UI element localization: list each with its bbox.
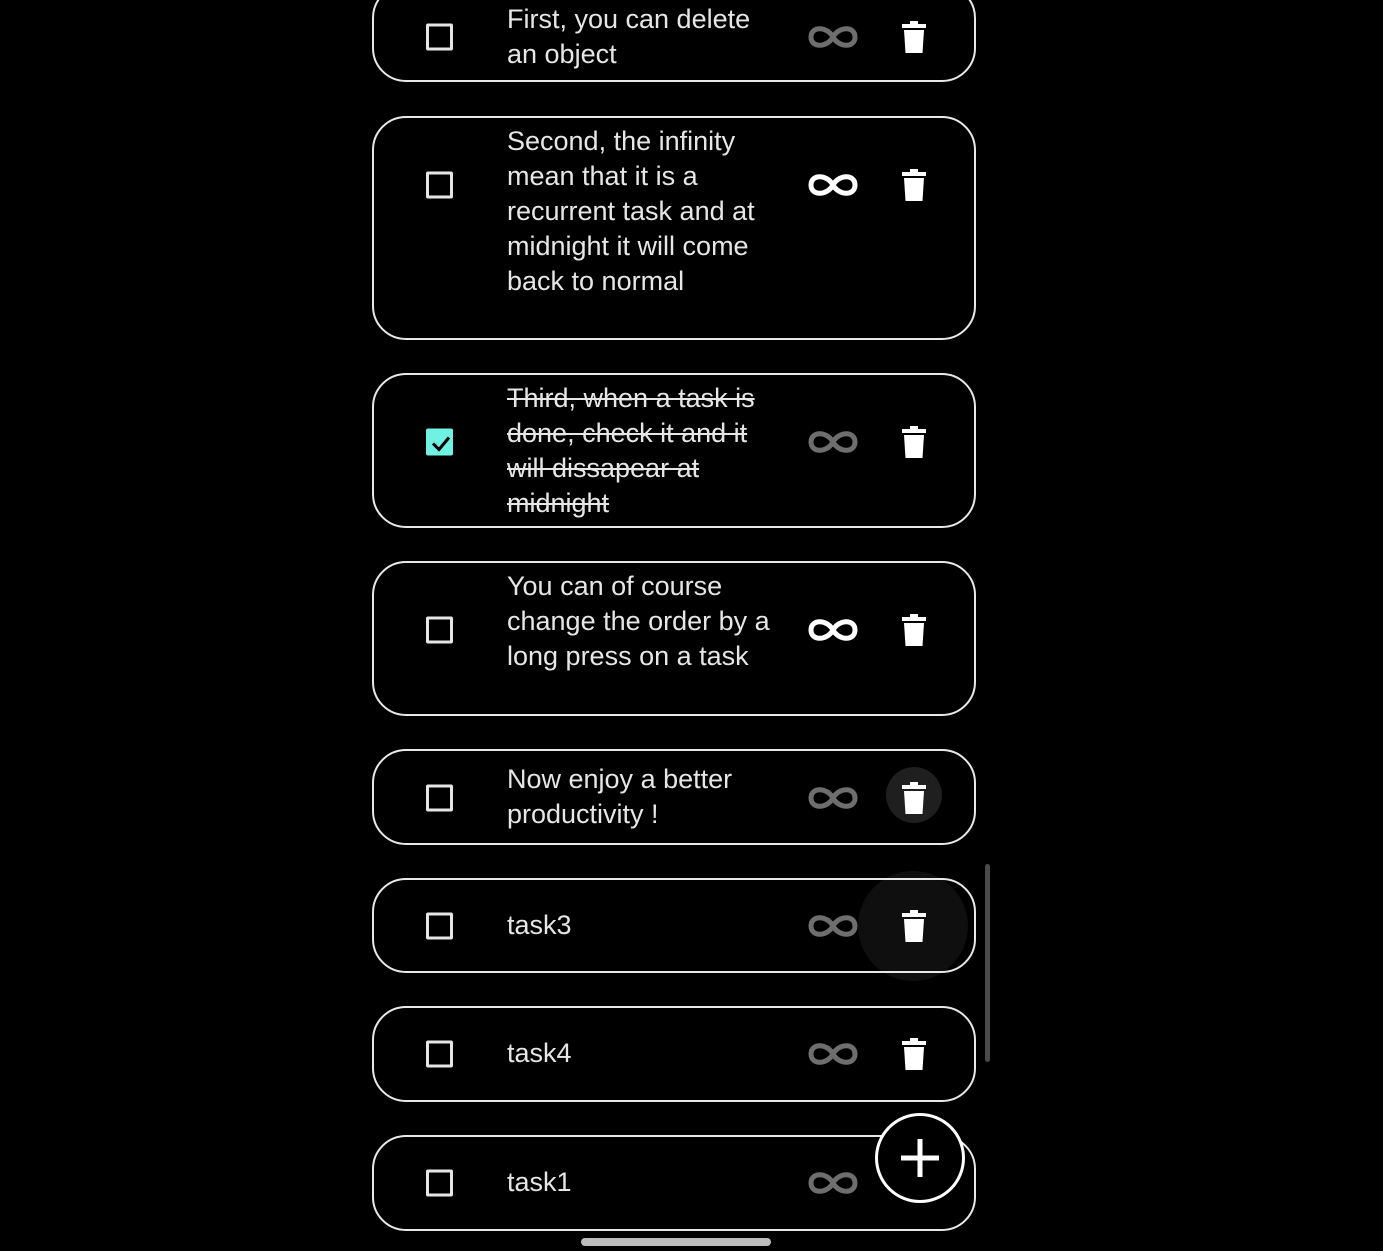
trash-icon[interactable] <box>902 426 926 458</box>
task-text: task1 <box>507 1167 572 1197</box>
infinity-icon[interactable] <box>807 1168 859 1198</box>
trash-icon[interactable] <box>902 169 926 201</box>
task-checkbox[interactable] <box>426 1169 453 1197</box>
infinity-icon[interactable] <box>807 1039 859 1069</box>
task-text: First, you can delete an object <box>507 4 751 69</box>
home-indicator[interactable] <box>581 1238 771 1246</box>
task-checkbox[interactable] <box>426 171 453 199</box>
task-text: Now enjoy a better productivity ! <box>507 764 733 829</box>
task-checkbox[interactable] <box>426 428 453 456</box>
task-text: task3 <box>507 910 572 940</box>
task-card[interactable]: Now enjoy a better productivity ! <box>372 749 976 845</box>
infinity-icon[interactable] <box>807 911 859 941</box>
check-icon <box>431 436 451 452</box>
task-text: task4 <box>507 1038 572 1068</box>
trash-icon[interactable] <box>902 910 926 942</box>
plus-icon <box>901 1139 939 1177</box>
task-checkbox[interactable] <box>426 784 453 812</box>
add-task-button[interactable] <box>875 1113 965 1203</box>
task-card[interactable]: task3 <box>372 871 976 981</box>
task-card[interactable]: You can of course change the order by a … <box>372 561 976 716</box>
infinity-icon[interactable] <box>807 22 859 52</box>
task-checkbox[interactable] <box>426 912 453 940</box>
task-card[interactable]: Third, when a task is done, check it and… <box>372 373 976 528</box>
task-checkbox[interactable] <box>426 1040 453 1068</box>
task-text: You can of course change the order by a … <box>507 571 770 671</box>
trash-icon[interactable] <box>902 21 926 53</box>
trash-icon[interactable] <box>902 1038 926 1070</box>
infinity-icon[interactable] <box>807 170 859 200</box>
task-text: Second, the infinity mean that it is a r… <box>507 126 755 296</box>
task-card[interactable]: First, you can delete an object <box>372 0 976 82</box>
task-card[interactable]: Second, the infinity mean that it is a r… <box>372 116 976 340</box>
trash-icon[interactable] <box>902 782 926 814</box>
infinity-icon[interactable] <box>807 783 859 813</box>
infinity-icon[interactable] <box>807 427 859 457</box>
task-card[interactable]: task4 <box>372 1006 976 1102</box>
task-checkbox[interactable] <box>426 23 453 51</box>
task-text: Third, when a task is done, check it and… <box>507 383 755 518</box>
infinity-icon[interactable] <box>807 615 859 645</box>
task-checkbox[interactable] <box>426 616 453 644</box>
trash-icon[interactable] <box>902 614 926 646</box>
scrollbar[interactable] <box>985 864 990 1062</box>
